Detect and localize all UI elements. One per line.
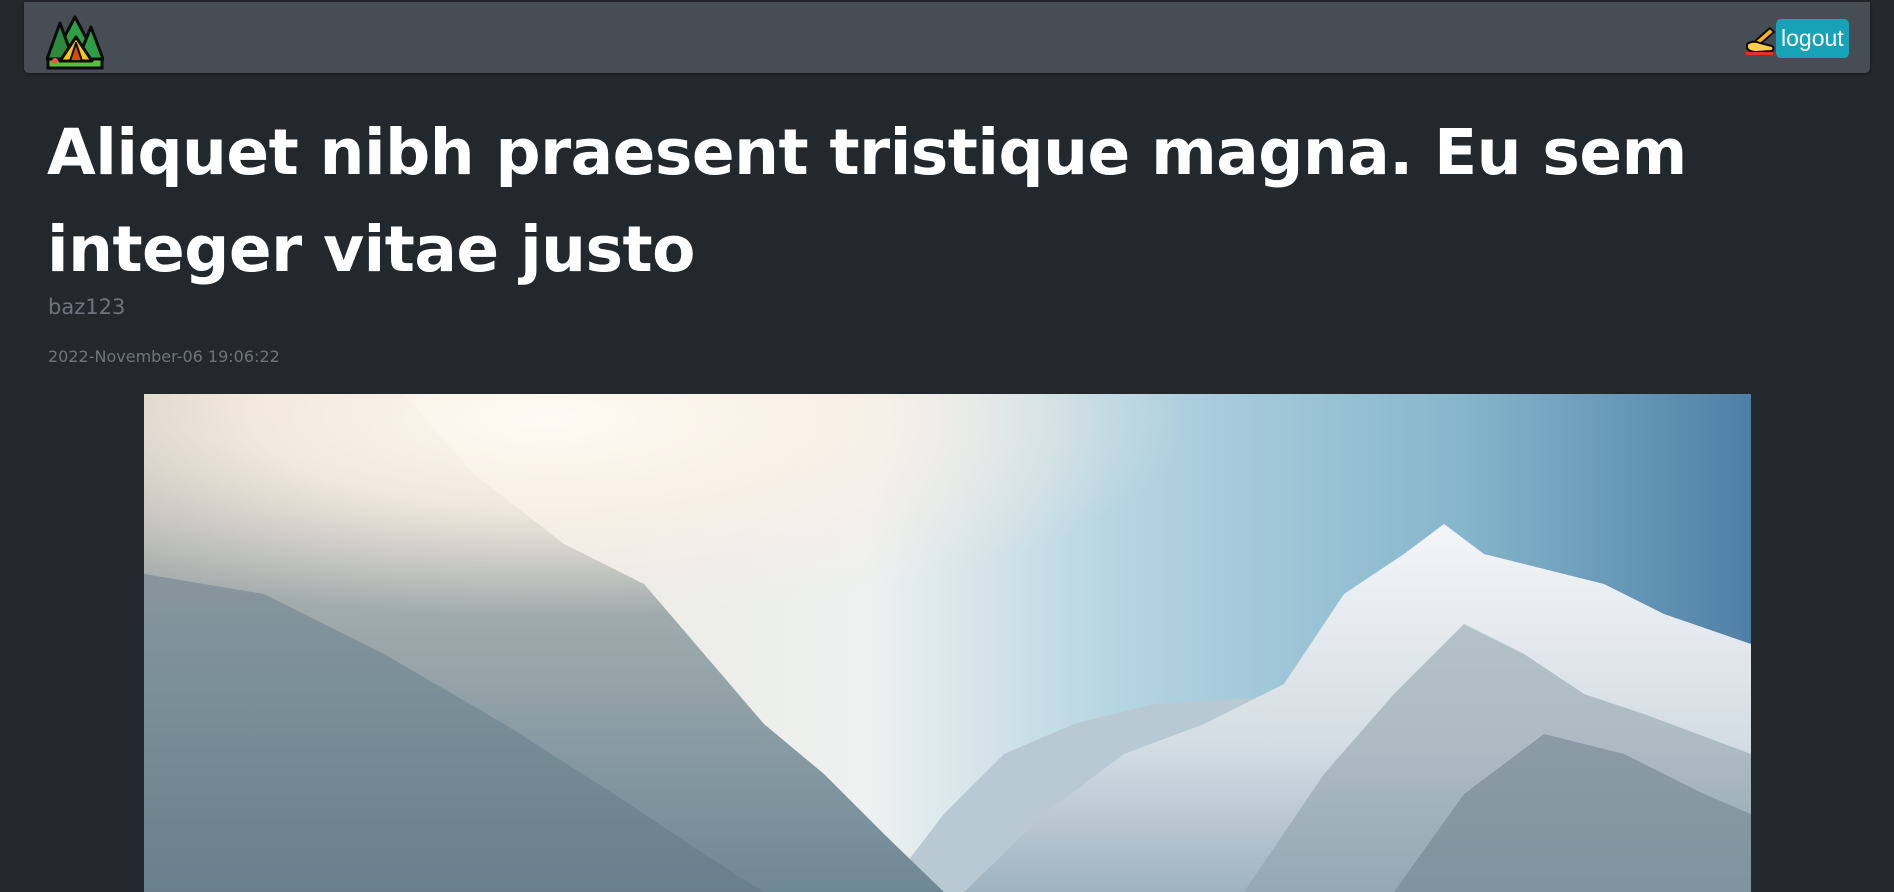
navbar: logout [24, 2, 1870, 73]
post-timestamp: 2022-November-06 19:06:22 [48, 347, 280, 366]
writing-hand-icon [1746, 27, 1775, 55]
logout-button[interactable]: logout [1776, 19, 1849, 58]
new-post-button[interactable] [1744, 24, 1776, 56]
post-author[interactable]: baz123 [48, 292, 125, 322]
home-logo-link[interactable] [46, 13, 104, 71]
post-image [144, 394, 1751, 892]
snowy-mountains-photo [144, 394, 1751, 892]
camping-tent-trees-icon [46, 15, 104, 70]
post-title: Aliquet nibh praesent tristique magna. E… [47, 116, 1687, 286]
